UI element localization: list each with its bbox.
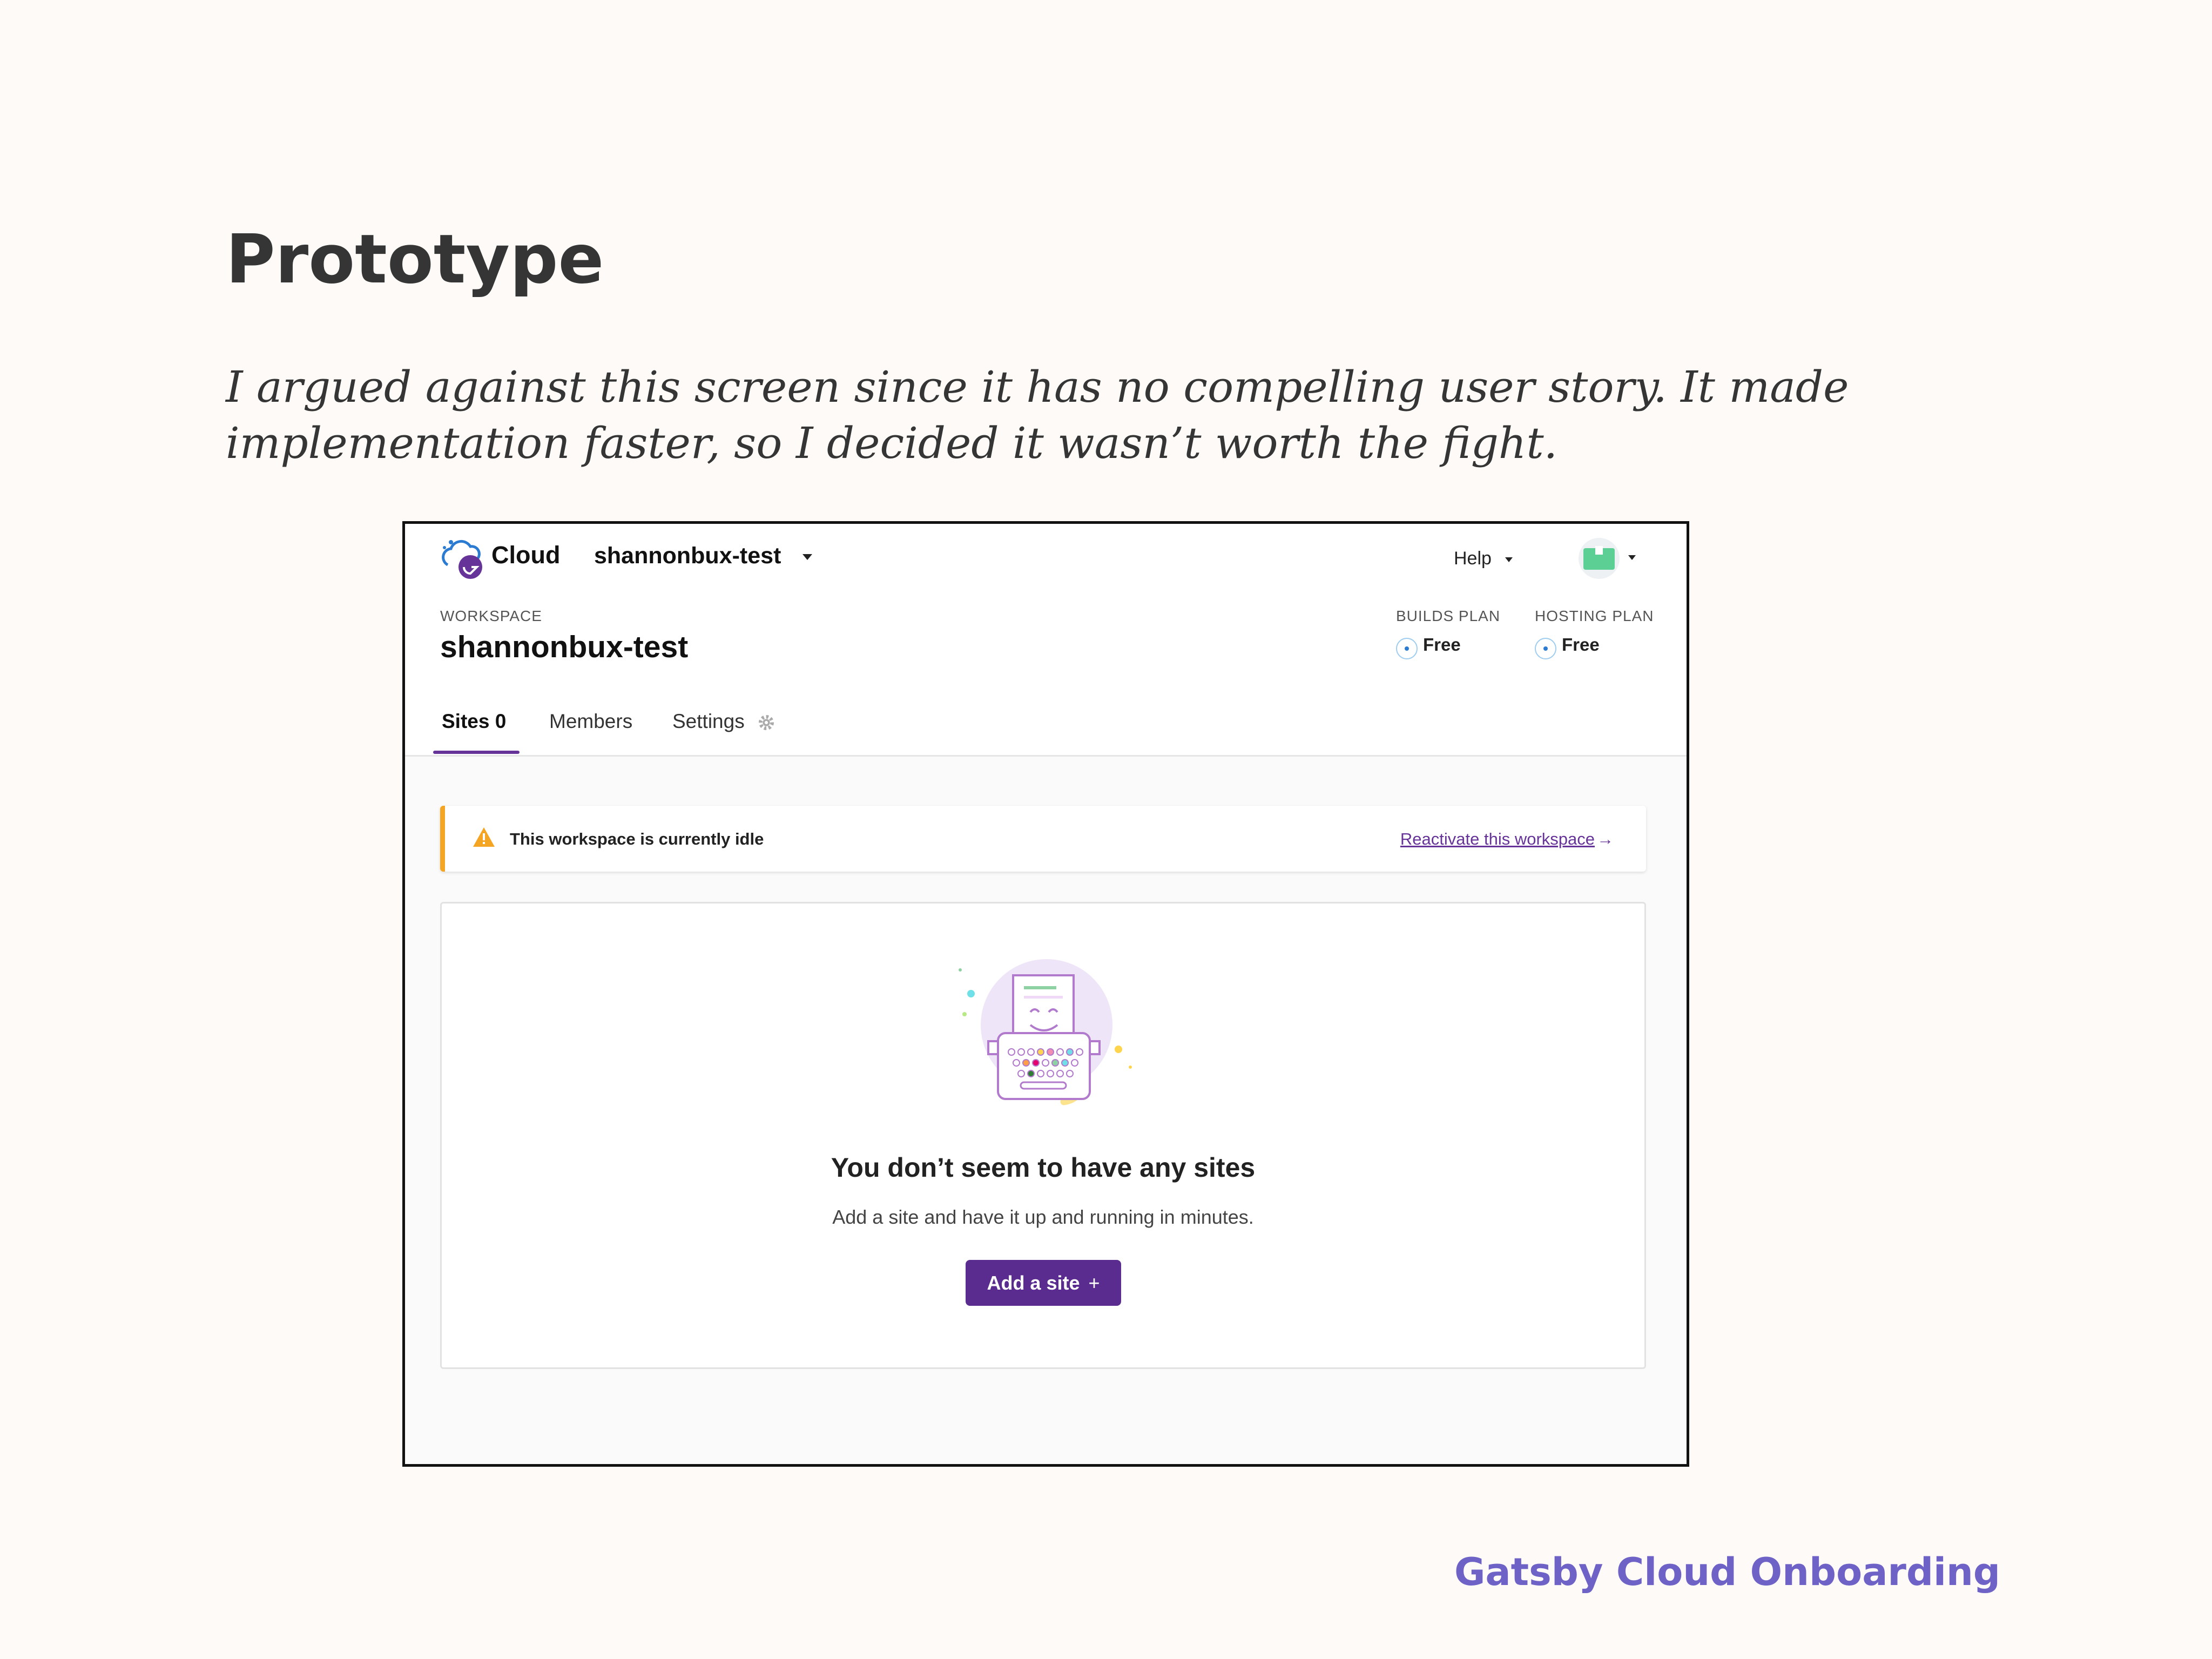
tab-sites[interactable]: Sites 0 [442,710,506,733]
empty-state-title: You don’t seem to have any sites [831,1152,1256,1183]
plan-status-icon [1535,637,1556,659]
plan-status-icon [1396,637,1418,659]
idle-alert: This workspace is currently idle Reactiv… [440,806,1646,872]
slide-title: Prototype [226,220,604,299]
caret-down-icon [802,554,813,561]
prototype-screenshot: Cloud shannonbux-test Help WORKSPACE sha… [402,521,1689,1467]
caret-down-icon [1505,557,1513,562]
warning-icon [473,827,495,847]
help-label: Help [1454,548,1492,569]
user-menu[interactable] [1572,536,1642,582]
workspace-name: shannonbux-test [440,630,689,664]
add-site-button[interactable]: Add a site + [966,1260,1121,1306]
brand-name: Cloud [491,541,561,569]
reactivate-link-label: Reactivate this workspace [1400,830,1595,848]
builds-plan-label: BUILDS PLAN [1396,608,1501,624]
slide-footer: Gatsby Cloud Onboarding [1454,1550,2000,1594]
slide-note: I argued against this screen since it ha… [226,362,1849,468]
help-menu[interactable]: Help [1454,548,1513,569]
typewriter-illustration [959,959,1132,1105]
builds-plan[interactable]: Free [1396,635,1461,659]
gatsby-cloud-logo-icon[interactable] [440,536,489,584]
app-header: Cloud shannonbux-test Help WORKSPACE sha… [405,524,1687,757]
hosting-plan[interactable]: Free [1535,635,1600,659]
gear-icon [758,715,774,731]
hosting-plan-value: Free [1562,635,1600,655]
workspace-switcher[interactable]: shannonbux-test [594,543,813,569]
reactivate-workspace-link[interactable]: Reactivate this workspace → [1400,830,1614,849]
alert-message: This workspace is currently idle [510,830,764,848]
add-site-label: Add a site [987,1272,1080,1294]
empty-state-card: You don’t seem to have any sites Add a s… [440,902,1646,1369]
plus-icon: + [1088,1272,1100,1294]
empty-state-subtitle: Add a site and have it up and running in… [832,1206,1254,1228]
workspace-label: WORKSPACE [440,608,542,624]
active-tab-indicator [433,751,520,754]
avatar [1579,538,1620,579]
caret-down-icon [1628,555,1636,560]
hosting-plan-label: HOSTING PLAN [1535,608,1654,624]
tab-members[interactable]: Members [549,710,632,733]
tab-settings[interactable]: Settings [672,710,775,733]
workspace-switcher-label: shannonbux-test [594,543,781,569]
tab-settings-label: Settings [672,710,745,732]
arrow-right-icon: → [1597,830,1614,848]
builds-plan-value: Free [1423,635,1461,655]
